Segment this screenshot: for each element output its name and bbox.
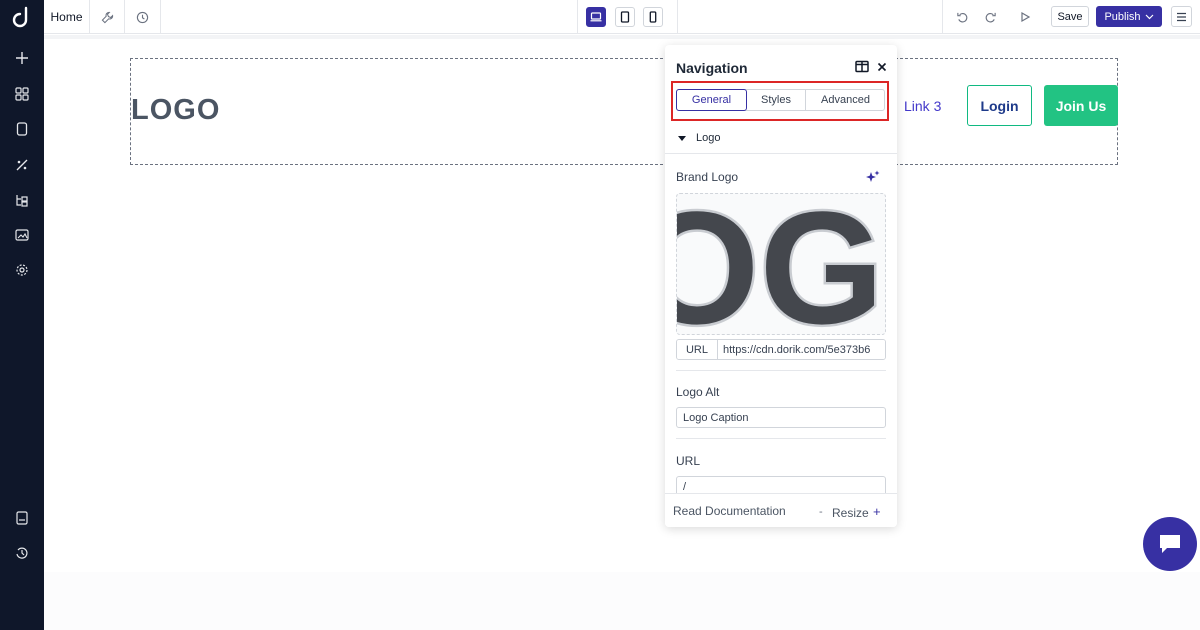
dorik-logo-icon[interactable] xyxy=(12,6,32,28)
wrench-icon[interactable] xyxy=(90,0,125,34)
panel-tabs: General Styles Advanced xyxy=(676,89,885,111)
divider xyxy=(676,370,886,371)
canvas-footer-area xyxy=(44,572,1200,630)
mobile-icon[interactable] xyxy=(643,7,663,27)
history-icon[interactable] xyxy=(12,543,32,563)
image-icon[interactable] xyxy=(12,225,32,245)
accordion-label: Logo xyxy=(696,132,721,144)
page-icon[interactable] xyxy=(12,119,32,139)
tab-advanced[interactable]: Advanced xyxy=(806,90,885,110)
undo-icon[interactable] xyxy=(954,9,970,25)
logo-preview-text: OG xyxy=(677,194,884,335)
canvas-top-strip xyxy=(44,35,1200,39)
preview-play-icon[interactable] xyxy=(1017,9,1033,25)
clock-icon[interactable] xyxy=(125,0,161,34)
logo-accordion[interactable]: Logo xyxy=(665,127,897,154)
site-logo[interactable]: LOGO xyxy=(131,94,220,127)
chevron-down-icon xyxy=(1145,14,1153,19)
tab-general[interactable]: General xyxy=(676,89,747,111)
layers-icon[interactable] xyxy=(12,190,32,210)
panel-footer: Read Documentation - Resize + xyxy=(665,493,897,527)
publish-label: Publish xyxy=(1104,10,1141,23)
toolbar-divider xyxy=(942,0,943,34)
navigation-settings-panel: Navigation General Styles Advanced Logo … xyxy=(665,45,897,527)
brand-logo-label: Brand Logo xyxy=(676,170,739,184)
add-element-icon[interactable] xyxy=(12,48,32,68)
hamburger-icon[interactable] xyxy=(1171,6,1192,27)
read-documentation-link[interactable]: Read Documentation xyxy=(673,504,786,518)
brand-logo-preview[interactable]: OG xyxy=(676,193,886,335)
save-button[interactable]: Save xyxy=(1051,6,1089,27)
docs-icon[interactable] xyxy=(12,508,32,528)
resize-label: Resize xyxy=(832,506,869,520)
logo-url-input[interactable] xyxy=(718,340,885,359)
ai-sparkle-icon[interactable] xyxy=(865,169,881,185)
url-label: URL xyxy=(676,454,701,468)
resize-minus-button[interactable]: - xyxy=(819,506,823,518)
home-label: Home xyxy=(50,10,83,24)
logo-alt-input[interactable] xyxy=(676,407,886,428)
dock-panel-icon[interactable] xyxy=(855,60,869,73)
login-button[interactable]: Login xyxy=(967,85,1032,126)
chat-support-button[interactable] xyxy=(1143,517,1197,571)
redo-icon[interactable] xyxy=(982,9,998,25)
tab-styles[interactable]: Styles xyxy=(747,90,806,110)
logo-url-row: URL xyxy=(676,339,886,360)
blocks-icon[interactable] xyxy=(12,84,32,104)
close-icon[interactable] xyxy=(876,60,888,72)
nav-link-3[interactable]: Link 3 xyxy=(904,98,941,114)
tablet-icon[interactable] xyxy=(615,7,635,27)
panel-title: Navigation xyxy=(676,60,748,76)
navigation-section[interactable]: LOGO Link 3 Login Join Us xyxy=(130,58,1118,165)
join-us-button[interactable]: Join Us xyxy=(1044,85,1118,126)
publish-button[interactable]: Publish xyxy=(1096,6,1162,27)
caret-down-icon xyxy=(678,136,686,141)
left-sidebar xyxy=(0,0,44,630)
url-tag: URL xyxy=(677,340,718,359)
resize-plus-button[interactable]: + xyxy=(873,504,881,519)
device-switcher xyxy=(577,0,678,34)
desktop-icon[interactable] xyxy=(586,7,606,27)
logo-alt-label: Logo Alt xyxy=(676,385,720,399)
divider xyxy=(676,438,886,439)
settings-icon[interactable] xyxy=(12,260,32,280)
magic-icon[interactable] xyxy=(12,155,32,175)
top-toolbar: Home Save Publish xyxy=(44,0,1200,34)
home-page-selector[interactable]: Home xyxy=(44,0,90,34)
chat-bubble-icon xyxy=(1160,535,1180,553)
save-label: Save xyxy=(1057,10,1083,23)
